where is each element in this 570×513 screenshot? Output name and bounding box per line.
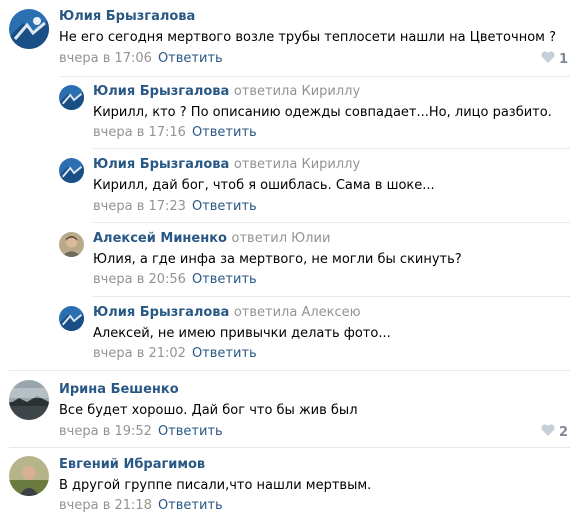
comment-text: Все будет хорошо. Дай бог что бы жив был [59,403,358,418]
reply-author-name[interactable]: Юлия Брызгалова [93,305,229,320]
comment-meta: вчера в 17:06 Ответить [59,51,223,66]
comment-meta: вчера в 21:18 Ответить [59,498,223,513]
reply-button[interactable]: Ответить [192,199,257,214]
divider [93,296,570,297]
reply-meta: вчера в 17:23 Ответить [93,199,257,214]
reply-author: Юлия Брызгалова ответила Кириллу [93,157,360,172]
divider [93,222,570,223]
heart-icon [541,51,555,67]
reply-meta: вчера в 21:02 Ответить [93,346,257,361]
comment-author[interactable]: Ирина Бешенко [59,382,179,397]
reply-button[interactable]: Ответить [192,272,257,287]
replied-to[interactable]: ответила Кириллу [234,157,360,172]
like-button[interactable]: 1 [541,51,568,67]
divider [9,370,570,371]
reply-time[interactable]: вчера в 20:56 [93,272,186,287]
avatar[interactable] [9,380,49,420]
comment-author[interactable]: Юлия Брызгалова [59,9,195,24]
comment-text: В другой группе писали,что нашли мертвым… [59,478,372,493]
reply-meta: вчера в 20:56 Ответить [93,272,257,287]
reply-author-name[interactable]: Юлия Брызгалова [93,157,229,172]
comment-time[interactable]: вчера в 17:06 [59,51,152,66]
like-count: 1 [559,51,569,67]
reply-time[interactable]: вчера в 17:16 [93,125,186,140]
comment-author[interactable]: Евгений Ибрагимов [59,457,205,472]
divider [93,148,570,149]
comment-meta: вчера в 19:52 Ответить [59,424,223,439]
avatar[interactable] [9,9,49,49]
replied-to[interactable]: ответил Юлии [232,231,331,246]
reply-button[interactable]: Ответить [158,498,223,513]
like-count: 2 [559,424,569,440]
like-button[interactable]: 2 [541,424,568,440]
reply-text: Юлия, а где инфа за мертвого, не могли б… [93,252,462,267]
reply-button[interactable]: Ответить [192,125,257,140]
avatar[interactable] [59,85,84,110]
comment-time[interactable]: вчера в 19:52 [59,424,152,439]
reply-author-name[interactable]: Юлия Брызгалова [93,84,229,99]
reply-author: Юлия Брызгалова ответила Алексею [93,305,361,320]
reply-text: Кирилл, кто ? По описанию одежды совпада… [93,105,552,120]
reply-button[interactable]: Ответить [192,346,257,361]
replied-to[interactable]: ответила Кириллу [234,84,360,99]
avatar[interactable] [59,232,84,257]
reply-text: Алексей, не имею привычки делать фото... [93,326,391,341]
divider [9,447,570,448]
avatar[interactable] [9,456,49,496]
reply-button[interactable]: Ответить [158,424,223,439]
reply-author: Юлия Брызгалова ответила Кириллу [93,84,360,99]
reply-author-name[interactable]: Алексей Миненко [93,231,227,246]
reply-time[interactable]: вчера в 17:23 [93,199,186,214]
comment-text: Не его сегодня мертвого возле трубы тепл… [59,30,556,45]
reply-author: Алексей Миненко ответил Юлии [93,231,330,246]
divider [59,76,570,77]
reply-text: Кирилл, дай бог, чтоб я ошиблась. Сама в… [93,178,435,193]
avatar[interactable] [59,306,84,331]
heart-icon [541,424,555,440]
reply-meta: вчера в 17:16 Ответить [93,125,257,140]
comment-time[interactable]: вчера в 21:18 [59,498,152,513]
avatar[interactable] [59,158,84,183]
replied-to[interactable]: ответила Алексею [234,305,361,320]
reply-time[interactable]: вчера в 21:02 [93,346,186,361]
reply-button[interactable]: Ответить [158,51,223,66]
